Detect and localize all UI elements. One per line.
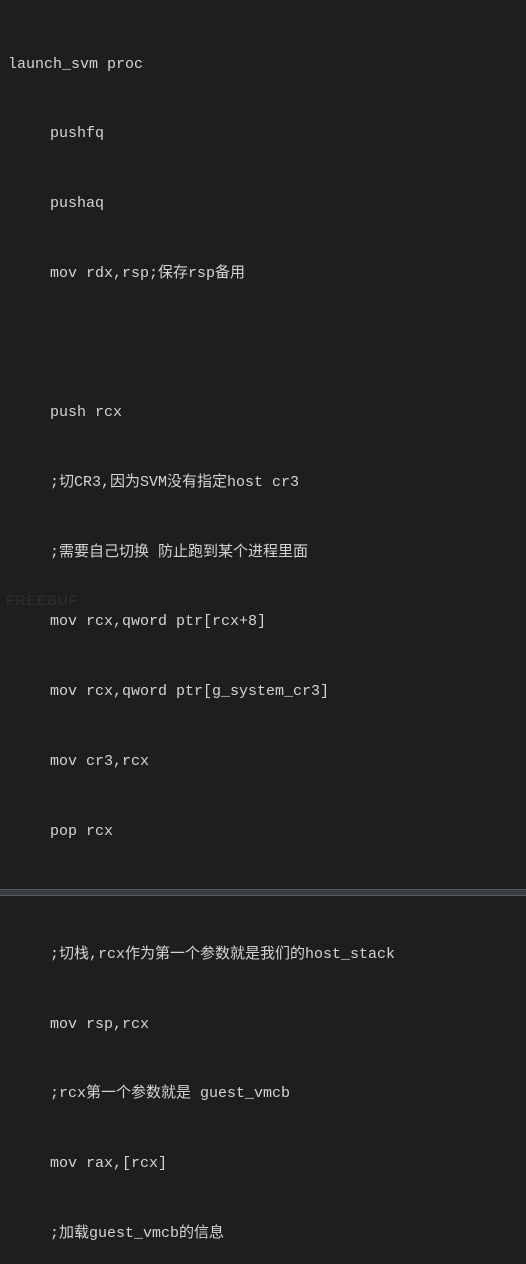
code-line: mov rax,[rcx] xyxy=(0,1152,526,1175)
code-line: mov cr3,rcx xyxy=(0,750,526,773)
code-text: ;加载guest_vmcb的信息 xyxy=(50,1225,224,1242)
code-line: pop rcx xyxy=(0,820,526,843)
code-line: mov rcx,qword ptr[g_system_cr3] xyxy=(0,680,526,703)
code-text: pushaq xyxy=(50,195,104,212)
code-line: ;切CR3,因为SVM没有指定host cr3 xyxy=(0,471,526,494)
code-text: mov rax,[rcx] xyxy=(50,1155,167,1172)
code-text: pushfq xyxy=(50,125,104,142)
code-text: pop rcx xyxy=(50,823,113,840)
code-line: push rcx xyxy=(0,401,526,424)
code-line: ;rcx第一个参数就是 guest_vmcb xyxy=(0,1082,526,1105)
code-line: mov rdx,rsp;保存rsp备用 xyxy=(0,262,526,285)
code-line: pushaq xyxy=(0,192,526,215)
code-text: mov rsp,rcx xyxy=(50,1016,149,1033)
code-line: ;需要自己切换 防止跑到某个进程里面 xyxy=(0,541,526,564)
code-text: ;切栈,rcx作为第一个参数就是我们的host_stack xyxy=(50,946,395,963)
code-line: pushfq xyxy=(0,122,526,145)
code-text: mov cr3,rcx xyxy=(50,753,149,770)
code-text: mov rcx,qword ptr[g_system_cr3] xyxy=(50,683,329,700)
code-text: ;需要自己切换 防止跑到某个进程里面 xyxy=(50,544,308,561)
code-text: mov rcx,qword ptr[rcx+8] xyxy=(50,613,266,630)
code-text: ;切CR3,因为SVM没有指定host cr3 xyxy=(50,474,299,491)
code-text: launch_svm proc xyxy=(8,56,143,73)
code-text: ;rcx第一个参数就是 guest_vmcb xyxy=(50,1085,290,1102)
code-line-blank xyxy=(0,332,526,355)
code-line: mov rsp,rcx xyxy=(0,1013,526,1036)
code-line: mov rcx,qword ptr[rcx+8] xyxy=(0,610,526,633)
code-line: launch_svm proc xyxy=(0,53,526,76)
code-text: mov rdx,rsp;保存rsp备用 xyxy=(50,265,245,282)
code-line: ;加载guest_vmcb的信息 xyxy=(0,1222,526,1245)
cursor-line-highlight xyxy=(0,889,526,896)
code-line: ;切栈,rcx作为第一个参数就是我们的host_stack xyxy=(0,943,526,966)
code-text: push rcx xyxy=(50,404,122,421)
code-editor[interactable]: launch_svm proc pushfq pushaq mov rdx,rs… xyxy=(0,6,526,1264)
